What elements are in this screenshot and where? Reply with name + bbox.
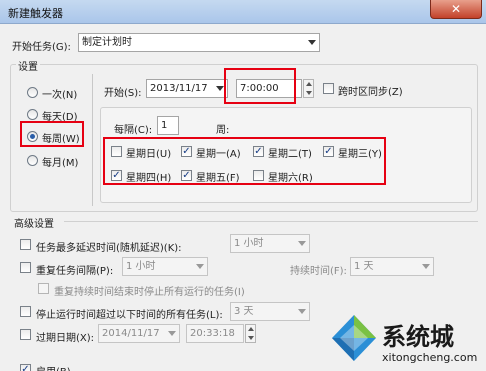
delay-label: 任务最多延迟时间(随机延迟)(K): — [36, 243, 182, 254]
advanced-divider — [64, 221, 478, 222]
radio-once-label: 一次(N) — [42, 90, 78, 101]
recur-label: 每隔(C): — [114, 125, 153, 136]
duration-combo[interactable]: 1 天 — [350, 257, 434, 276]
delay-value: 1 小时 — [234, 238, 264, 249]
title-bar — [0, 0, 486, 24]
stop-run-combo[interactable]: 3 天 — [230, 302, 310, 321]
stop-run-value: 3 天 — [234, 306, 254, 317]
start-time-spinner[interactable] — [303, 79, 314, 98]
repeat-combo[interactable]: 1 小时 — [122, 257, 208, 276]
stop-run-checkbox[interactable] — [20, 306, 31, 317]
enabled-label: 启用(B) — [36, 363, 71, 371]
start-time-highlight-box — [224, 68, 296, 104]
divider — [92, 74, 93, 206]
expire-time-field[interactable]: 20:33:18 — [186, 324, 244, 343]
radio-monthly[interactable] — [27, 155, 38, 166]
repeat-value: 1 小时 — [126, 261, 156, 272]
start-task-combo[interactable]: 制定计划时 — [78, 33, 320, 52]
duration-label: 持续时间(F): — [290, 266, 347, 277]
weekly-highlight-box — [20, 121, 84, 147]
window-title: 新建触发器 — [8, 7, 63, 20]
expire-checkbox[interactable] — [20, 329, 31, 340]
days-highlight-box — [103, 137, 386, 185]
chevron-down-icon — [298, 241, 306, 246]
repeat-checkbox[interactable] — [20, 262, 31, 273]
chevron-down-icon — [216, 86, 224, 91]
start-label: 开始(S): — [104, 88, 142, 99]
delay-combo[interactable]: 1 小时 — [230, 234, 310, 253]
chevron-down-icon — [308, 40, 316, 45]
advanced-title: 高级设置 — [14, 219, 54, 230]
expire-date-picker[interactable]: 2014/11/17 — [98, 324, 180, 343]
watermark: 系统城 xitongcheng.com — [320, 309, 486, 371]
stop-repeat-label: 重复持续时间结束时停止所有运行的任务(I) — [54, 287, 245, 298]
chevron-down-icon — [298, 309, 306, 314]
expire-time-spinner[interactable] — [245, 324, 256, 343]
watermark-logo — [332, 315, 376, 361]
sync-timezone-checkbox[interactable] — [323, 83, 334, 94]
start-date-value: 2013/11/17 — [150, 83, 208, 94]
expire-label: 过期日期(X): — [36, 333, 95, 344]
chevron-down-icon — [168, 331, 176, 336]
enabled-checkbox[interactable]: ✓ — [20, 364, 31, 371]
start-task-value: 制定计划时 — [82, 37, 132, 48]
chevron-down-icon — [422, 264, 430, 269]
duration-value: 1 天 — [354, 261, 374, 272]
radio-once[interactable] — [27, 87, 38, 98]
stop-run-label: 停止运行时间超过以下时间的所有任务(L): — [36, 310, 223, 321]
delay-checkbox[interactable] — [20, 239, 31, 250]
close-button[interactable]: ✕ — [430, 0, 482, 19]
expire-time-value: 20:33:18 — [190, 328, 235, 339]
week-label: 周: — [216, 125, 230, 136]
expire-date-value: 2014/11/17 — [102, 328, 160, 339]
start-date-picker[interactable]: 2013/11/17 — [146, 79, 228, 98]
recur-value: 1 — [161, 120, 168, 131]
watermark-url: xitongcheng.com — [382, 351, 478, 364]
stop-repeat-checkbox[interactable] — [38, 283, 49, 294]
recur-input[interactable]: 1 — [157, 116, 179, 135]
sync-timezone-label: 跨时区同步(Z) — [338, 87, 403, 98]
watermark-name: 系统城 — [382, 323, 454, 351]
chevron-down-icon — [196, 264, 204, 269]
radio-monthly-label: 每月(M) — [42, 158, 79, 169]
start-task-label: 开始任务(G): — [12, 42, 71, 53]
repeat-label: 重复任务间隔(P): — [36, 266, 114, 277]
settings-group-title: 设置 — [16, 58, 40, 73]
radio-daily[interactable] — [27, 109, 38, 120]
